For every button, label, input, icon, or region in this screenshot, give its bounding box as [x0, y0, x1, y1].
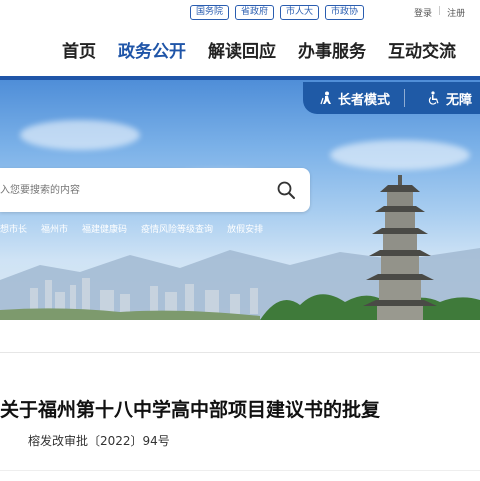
- nav-item-government-affairs[interactable]: 政务公开: [118, 40, 186, 64]
- quick-link-health-code[interactable]: 福建健康码: [82, 222, 127, 235]
- document-number: 榕发改审批〔2022〕94号: [28, 434, 170, 448]
- elder-mode-label: 长者模式: [338, 92, 391, 108]
- login-bar: 登录 | 注册: [414, 6, 465, 19]
- search-input[interactable]: [0, 168, 260, 212]
- elder-person-icon: [320, 91, 331, 105]
- accessibility-bar: 长者模式 无障: [303, 82, 480, 114]
- barrier-free-label: 无障: [446, 92, 473, 108]
- nav-item-services[interactable]: 办事服务: [298, 40, 366, 64]
- quick-link-holiday[interactable]: 放假安排: [227, 222, 263, 235]
- nav-item-interaction[interactable]: 互动交流: [388, 40, 456, 64]
- nav-item-home[interactable]: 首页: [62, 40, 96, 64]
- quick-link-mayor[interactable]: 想市长: [0, 222, 27, 235]
- top-link-city-cppcc[interactable]: 市政协: [325, 5, 365, 20]
- document-title: 关于福州第十八中学高中部项目建议书的批复: [0, 399, 381, 421]
- wheelchair-icon: [428, 91, 439, 105]
- register-link[interactable]: 注册: [447, 6, 465, 19]
- top-link-city-congress[interactable]: 市人大: [280, 5, 320, 20]
- login-link[interactable]: 登录: [414, 6, 432, 19]
- main-nav: 首页 政务公开 解读回应 办事服务 互动交流: [62, 40, 478, 64]
- access-divider: [404, 89, 406, 107]
- quick-link-fuzhou[interactable]: 福州市: [41, 222, 68, 235]
- barrier-free-button[interactable]: 无障: [427, 89, 472, 108]
- top-link-provincial-gov[interactable]: 省政府: [235, 5, 275, 20]
- nav-item-interpretation[interactable]: 解读回应: [208, 40, 276, 64]
- top-link-state-council[interactable]: 国务院: [190, 5, 230, 20]
- content-divider: [0, 352, 480, 353]
- search-icon[interactable]: [276, 180, 296, 200]
- top-links: 国务院 省政府 市人大 市政协: [190, 5, 365, 21]
- quick-link-risk-level[interactable]: 疫情风险等级查询: [141, 222, 213, 235]
- login-separator: |: [438, 6, 442, 16]
- search-box: [0, 168, 310, 212]
- elder-mode-button[interactable]: 长者模式: [319, 89, 390, 108]
- quick-links: 想市长 福州市 福建健康码 疫情风险等级查询 放假安排: [0, 222, 263, 235]
- bottom-divider: [0, 470, 480, 471]
